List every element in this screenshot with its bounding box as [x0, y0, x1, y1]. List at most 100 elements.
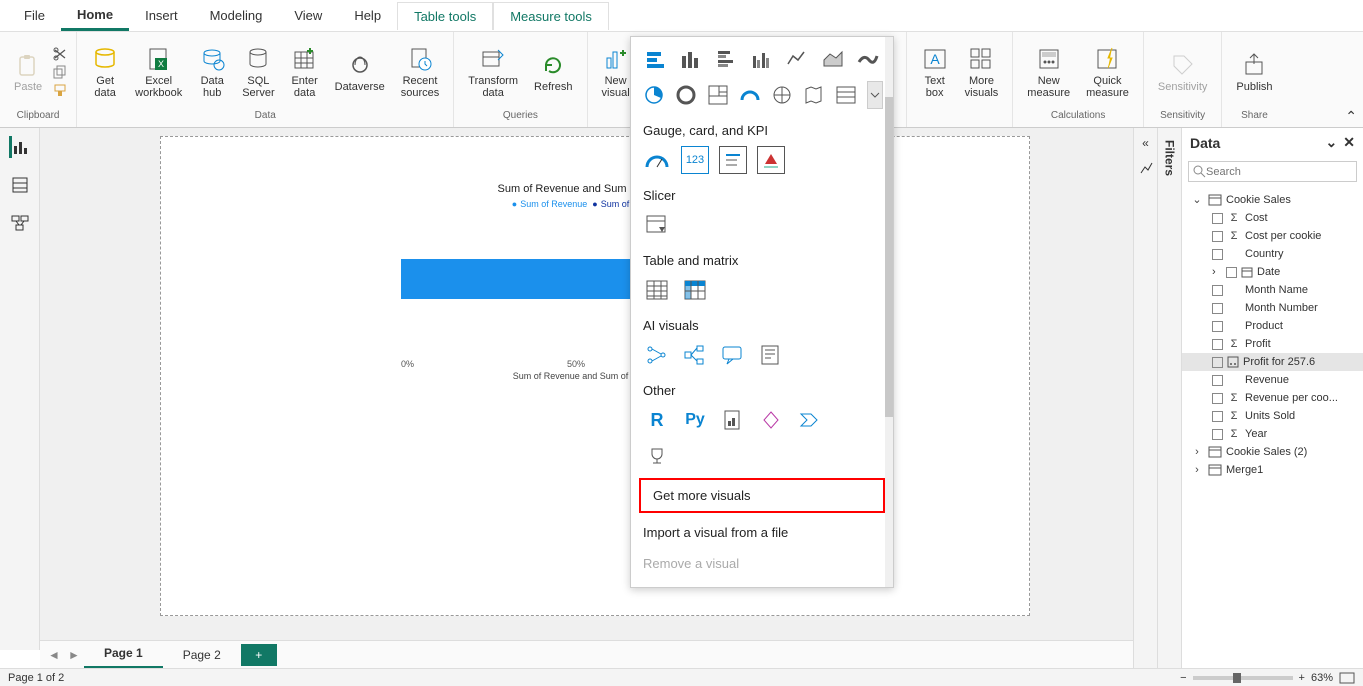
donut-chart-icon[interactable]	[675, 81, 697, 109]
paginated-report-icon[interactable]	[719, 406, 747, 434]
card-icon[interactable]: 123	[681, 146, 709, 174]
key-influencers-icon[interactable]	[643, 341, 671, 369]
text-box-button[interactable]: AText box	[915, 43, 955, 101]
gallery-expand-icon[interactable]	[867, 81, 883, 109]
ribbon-chart-icon[interactable]	[856, 45, 881, 73]
tab-view[interactable]: View	[278, 2, 338, 29]
refresh-button[interactable]: Refresh	[528, 49, 579, 95]
tab-nav-prev[interactable]: ◄	[44, 648, 64, 662]
trophy-icon[interactable]	[643, 442, 671, 470]
new-measure-button[interactable]: New measure	[1021, 43, 1076, 101]
multi-row-card-icon[interactable]	[719, 146, 747, 174]
pie-chart-icon[interactable]	[643, 81, 665, 109]
field-month-name[interactable]: Month Name	[1182, 281, 1363, 299]
field-cost[interactable]: ΣCost	[1182, 209, 1363, 227]
fit-to-page-icon[interactable]	[1339, 672, 1355, 684]
field-year[interactable]: ΣYear	[1182, 425, 1363, 443]
search-input[interactable]	[1206, 166, 1352, 178]
field-product[interactable]: Product	[1182, 317, 1363, 335]
table-cookie-sales[interactable]: ⌄Cookie Sales	[1182, 190, 1363, 209]
gallery-scrollbar[interactable]	[885, 37, 893, 587]
get-data-button[interactable]: Get data	[85, 43, 125, 101]
gauge-icon[interactable]	[643, 146, 671, 174]
decomposition-tree-icon[interactable]	[681, 341, 709, 369]
quick-measure-button[interactable]: Quick measure	[1080, 43, 1135, 101]
import-visual-link[interactable]: Import a visual from a file	[631, 517, 893, 548]
page-tab-2[interactable]: Page 2	[163, 642, 241, 668]
enter-data-button[interactable]: Enter data	[285, 43, 325, 101]
data-hub-button[interactable]: Data hub	[192, 43, 232, 101]
field-date[interactable]: ›Date	[1182, 263, 1363, 281]
tab-table-tools[interactable]: Table tools	[397, 2, 493, 30]
map-icon[interactable]	[771, 81, 793, 109]
get-more-visuals-link[interactable]: Get more visuals	[639, 478, 885, 513]
stacked-column-icon[interactable]	[678, 45, 703, 73]
slicer-icon[interactable]	[643, 211, 671, 239]
expand-viz-pane-icon[interactable]: «	[1142, 136, 1149, 150]
paste-button[interactable]: Paste	[8, 49, 48, 95]
table-visual-icon[interactable]	[643, 276, 671, 304]
line-chart-icon[interactable]	[785, 45, 810, 73]
visualizations-pane-collapsed[interactable]: «	[1133, 128, 1157, 668]
report-canvas[interactable]: Sum of Revenue and Sum of Cost Sum of Re…	[40, 128, 1133, 650]
table-icon-small[interactable]	[835, 81, 857, 109]
power-automate-icon[interactable]	[795, 406, 823, 434]
report-view-icon[interactable]	[9, 136, 31, 158]
data-pane-close-icon[interactable]: ✕	[1343, 134, 1355, 150]
transform-data-button[interactable]: Transform data	[462, 43, 524, 101]
field-month-number[interactable]: Month Number	[1182, 299, 1363, 317]
matrix-visual-icon[interactable]	[681, 276, 709, 304]
build-visual-icon[interactable]	[1138, 160, 1154, 176]
qa-visual-icon[interactable]	[719, 341, 747, 369]
stacked-bar-icon[interactable]	[643, 45, 668, 73]
dataverse-button[interactable]: Dataverse	[329, 49, 391, 95]
tab-home[interactable]: Home	[61, 1, 129, 31]
power-apps-icon[interactable]	[757, 406, 785, 434]
format-painter-icon[interactable]	[52, 83, 68, 97]
ribbon-collapse-icon[interactable]: ⌃	[1345, 108, 1357, 125]
field-search[interactable]	[1188, 161, 1357, 182]
more-visuals-button[interactable]: More visuals	[959, 43, 1005, 101]
page-tab-1[interactable]: Page 1	[84, 640, 163, 669]
zoom-slider[interactable]	[1193, 676, 1293, 680]
python-visual-icon[interactable]: Py	[681, 406, 709, 434]
tab-file[interactable]: File	[8, 2, 61, 29]
gauge-chart-icon[interactable]	[739, 81, 761, 109]
data-pane-chevron-icon[interactable]: ⌄	[1326, 134, 1338, 150]
field-units-sold[interactable]: ΣUnits Sold	[1182, 407, 1363, 425]
tab-insert[interactable]: Insert	[129, 2, 194, 29]
zoom-out-icon[interactable]: −	[1180, 672, 1186, 684]
tab-measure-tools[interactable]: Measure tools	[493, 2, 609, 30]
cut-icon[interactable]	[52, 47, 68, 61]
table-merge1[interactable]: ›Merge1	[1182, 461, 1363, 479]
field-revenue[interactable]: Revenue	[1182, 371, 1363, 389]
tab-help[interactable]: Help	[338, 2, 397, 29]
model-view-icon[interactable]	[9, 212, 31, 234]
data-view-icon[interactable]	[9, 174, 31, 196]
filters-pane-collapsed[interactable]: Filters	[1157, 128, 1181, 668]
field-profit[interactable]: ΣProfit	[1182, 335, 1363, 353]
excel-button[interactable]: XExcel workbook	[129, 43, 188, 101]
smart-narrative-icon[interactable]	[757, 341, 785, 369]
sql-button[interactable]: SQL Server	[236, 43, 280, 101]
clustered-bar-icon[interactable]	[714, 45, 739, 73]
add-page-button[interactable]: +	[241, 644, 277, 666]
sensitivity-button[interactable]: Sensitivity	[1152, 49, 1214, 95]
area-chart-icon[interactable]	[820, 45, 845, 73]
table-cookie-sales-2[interactable]: ›Cookie Sales (2)	[1182, 443, 1363, 461]
tab-modeling[interactable]: Modeling	[194, 2, 279, 29]
filled-map-icon[interactable]	[803, 81, 825, 109]
treemap-icon[interactable]	[707, 81, 729, 109]
kpi-icon[interactable]	[757, 146, 785, 174]
publish-button[interactable]: Publish	[1230, 49, 1278, 95]
recent-sources-button[interactable]: Recent sources	[395, 43, 446, 101]
field-country[interactable]: Country	[1182, 245, 1363, 263]
field-rev-per-cookie[interactable]: ΣRevenue per coo...	[1182, 389, 1363, 407]
clustered-column-icon[interactable]	[749, 45, 774, 73]
zoom-in-icon[interactable]: +	[1299, 672, 1305, 684]
field-profit-for[interactable]: Profit for 257.6	[1182, 353, 1363, 371]
r-visual-icon[interactable]: R	[643, 406, 671, 434]
report-page[interactable]: Sum of Revenue and Sum of Cost Sum of Re…	[160, 136, 1030, 616]
tab-nav-next[interactable]: ►	[64, 648, 84, 662]
copy-icon[interactable]	[52, 65, 68, 79]
